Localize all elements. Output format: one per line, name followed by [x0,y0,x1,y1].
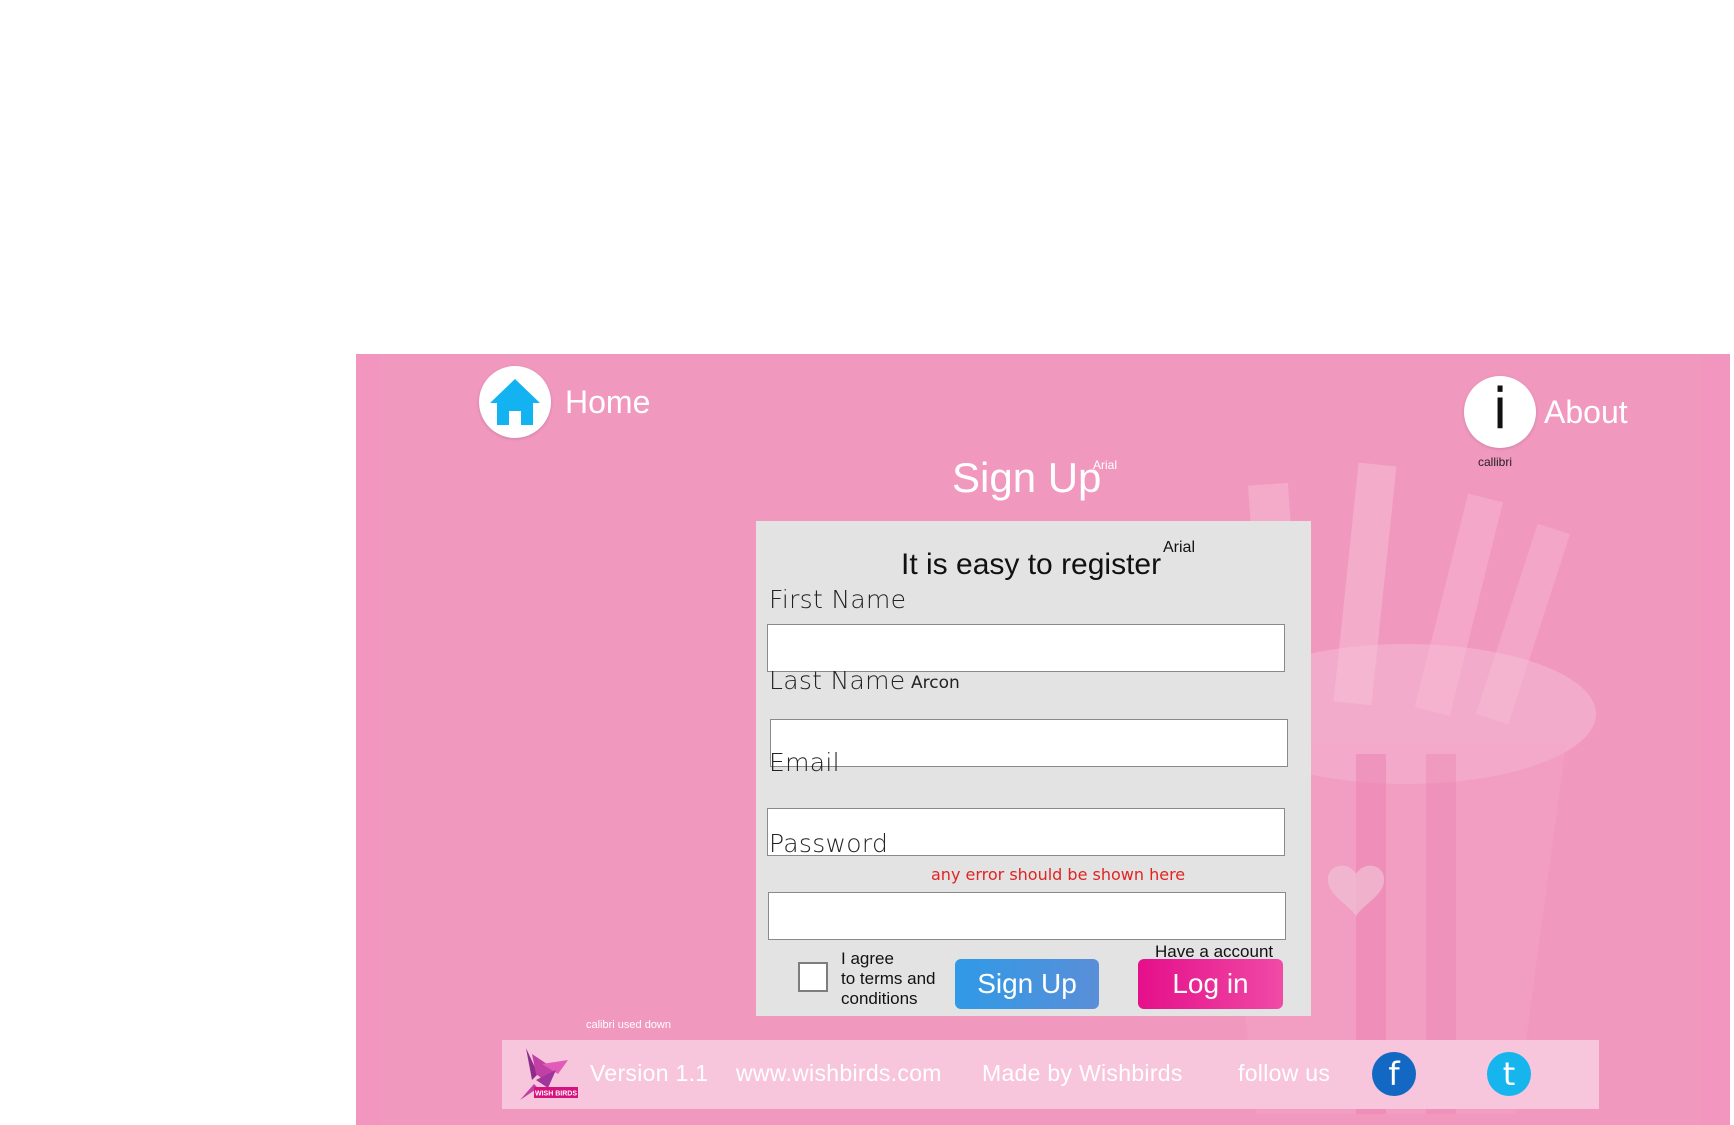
password-label: Password [769,829,889,858]
sign-up-button[interactable]: Sign Up [955,959,1099,1009]
made-by-text: Made by Wishbirds [982,1060,1183,1086]
home-label: Home [565,383,651,420]
twitter-icon[interactable]: t [1487,1052,1531,1096]
last-name-input[interactable] [770,719,1288,767]
font-note-last-name: Arcon [911,673,960,693]
house-icon [490,379,540,425]
info-icon: i [1492,377,1508,442]
form-heading: It is easy to register [901,548,1162,581]
terms-label-line: I agree [841,949,894,968]
about-button[interactable]: i [1464,376,1536,448]
follow-us-text: follow us [1238,1060,1331,1086]
password-input[interactable] [768,892,1286,940]
first-name-label: First Name [769,585,907,614]
error-message: any error should be shown here [931,865,1186,884]
first-name-input[interactable] [767,624,1285,672]
footer-bar: WISH BIRDS Version 1.1 www.wishbirds.com… [502,1040,1599,1109]
wishbirds-logo: WISH BIRDS [520,1048,578,1100]
terms-label: I agree to terms and conditions [841,949,951,1009]
facebook-icon[interactable]: f [1372,1052,1416,1096]
font-note-heading: Arial [1163,539,1196,556]
logo-text: WISH BIRDS [535,1091,577,1098]
log-in-button[interactable]: Log in [1138,959,1283,1009]
last-name-label: Last Name [769,666,906,695]
terms-label-line: conditions [841,989,918,1008]
page-title: Sign Up [952,454,1102,501]
website-link[interactable]: www.wishbirds.com [736,1060,942,1087]
terms-checkbox[interactable] [798,962,828,992]
home-nav-link[interactable]: Home [479,366,650,438]
terms-label-line: to terms and [841,969,936,988]
signup-page: Home i About callibri Sign Up Arial It i… [356,354,1730,1125]
version-text: Version 1.1 [590,1060,709,1086]
home-button[interactable] [479,366,551,438]
font-note-title: Arial [1093,458,1118,472]
font-note-footer: calibri used down [586,1019,671,1031]
email-label: Email [769,748,840,777]
font-note-about: callibri [1478,455,1513,469]
about-nav-link[interactable]: i About [1464,376,1628,448]
signup-form-card: It is easy to register Arial First Name … [756,521,1311,1016]
about-label: About [1544,393,1628,430]
